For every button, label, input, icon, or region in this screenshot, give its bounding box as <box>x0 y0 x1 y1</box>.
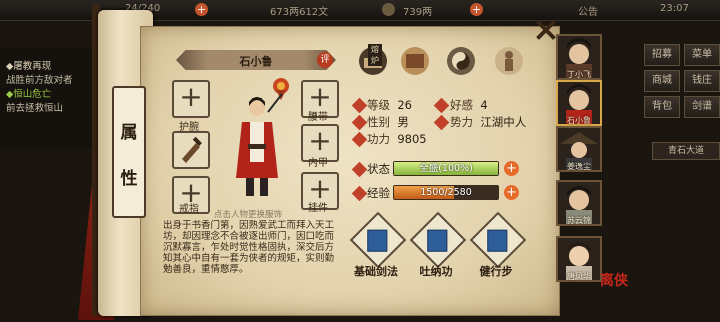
character-name: 石小鲁 <box>239 55 273 68</box>
close-icon[interactable] <box>534 18 558 42</box>
favor-value: 4 <box>480 98 488 112</box>
slot-label: 内甲 <box>308 158 328 169</box>
favor-stat: 好感 4 <box>450 97 488 113</box>
ingot-value: 739两 <box>403 7 433 18</box>
party-member[interactable]: 丁小飞 <box>556 34 602 80</box>
faction-stat: 势力 江湖中人 <box>450 114 526 130</box>
party-name: 苏云锦 <box>567 216 591 225</box>
quest-desc: 前去拯救恒山 <box>6 103 64 114</box>
ingot-icon <box>382 3 395 16</box>
restore-status-button[interactable]: + <box>504 161 519 176</box>
plus-icon: + <box>308 124 332 157</box>
evaluate-button[interactable]: 评 <box>317 52 333 68</box>
quest-desc: 战胜前方敌对者 <box>6 75 73 86</box>
book-icon <box>367 229 388 252</box>
slot-label: 腰带 <box>308 112 328 123</box>
favor-label: 好感 <box>450 98 473 112</box>
equip-slot-weapon[interactable] <box>172 131 210 169</box>
furnace-badge: 熔炉 <box>368 44 382 66</box>
gender-stat: 性别 男 <box>367 114 409 130</box>
power-stat: 功力 9805 <box>367 131 427 147</box>
party-name: 丁小飞 <box>567 70 591 79</box>
party-name: 姜逸尘 <box>567 162 591 171</box>
menu-button[interactable]: 菜单 <box>684 44 720 66</box>
name-plate: 石小鲁 <box>176 50 336 70</box>
add-ingot-button[interactable]: + <box>470 3 483 16</box>
tab-attributes[interactable]: 属 性 <box>112 86 146 218</box>
status-bar: 全盛(100%) <box>393 161 499 176</box>
bank-button[interactable]: 钱庄 <box>684 70 720 92</box>
party-name: 唐凤华 <box>567 272 591 281</box>
skill-name: 基础剑法 <box>354 265 398 278</box>
level-value: 26 <box>397 98 412 112</box>
quest-title: ◆屠教再现 <box>6 61 52 72</box>
exp-bar: 1500/2580 <box>393 185 499 200</box>
manual-button[interactable]: 剑谱 <box>684 96 720 118</box>
status-text: 全盛(100%) <box>419 163 473 174</box>
map-icon[interactable] <box>398 44 432 78</box>
tab-char: 属 <box>120 123 138 143</box>
power-label: 功力 <box>367 132 390 146</box>
taiji-icon[interactable] <box>444 44 478 78</box>
equip-slot-bracer[interactable]: + <box>172 80 210 118</box>
sword-icon <box>182 136 202 163</box>
add-energy-button[interactable]: + <box>195 3 208 16</box>
faction-label: 势力 <box>450 115 473 129</box>
bag-button[interactable]: 背包 <box>644 96 680 118</box>
status-label: 状态 <box>367 162 390 176</box>
skill-name: 吐纳功 <box>419 265 453 278</box>
tab-char: 性 <box>120 169 138 189</box>
slot-label: 戒指 <box>179 204 199 215</box>
book-icon <box>487 229 508 252</box>
clock: 23:07 <box>660 3 689 14</box>
slot-label: 挂件 <box>308 203 328 214</box>
announce-button[interactable]: 公告 <box>578 3 598 18</box>
party-member[interactable]: 苏云锦 <box>556 180 602 226</box>
money-value: 673两612文 <box>270 7 329 18</box>
faction-value: 江湖中人 <box>480 115 527 129</box>
skill-name: 健行步 <box>479 265 513 278</box>
game-seal: 离侠 <box>600 273 628 289</box>
book-icon <box>427 229 448 252</box>
gender-label: 性别 <box>367 115 390 129</box>
level-label: 等级 <box>367 98 390 112</box>
party-member-selected[interactable]: 石小鲁 <box>556 80 602 126</box>
party-name: 石小鲁 <box>567 116 591 125</box>
gender-value: 男 <box>397 115 409 129</box>
change-outfit-hint: 点击人物更换服饰 <box>214 210 283 220</box>
exp-label: 经验 <box>367 186 390 200</box>
location-label[interactable]: 青石大道 <box>652 142 720 160</box>
recruit-button[interactable]: 招募 <box>644 44 680 66</box>
level-stat: 等级 26 <box>367 97 412 113</box>
quest-title: ◆恒山危亡 <box>6 89 52 100</box>
character-bio: 出身于书香门第，因熟爱武工而拜入天工坊，却因理念不合被逐出师门，因口吃而沉默寡言… <box>163 220 335 275</box>
exp-text: 1500/2580 <box>420 187 472 198</box>
party-member[interactable]: 唐凤华 <box>556 236 602 282</box>
plus-icon: + <box>179 80 203 113</box>
party-member[interactable]: 姜逸尘 <box>556 126 602 172</box>
add-exp-button[interactable]: + <box>504 185 519 200</box>
shop-button[interactable]: 商城 <box>644 70 680 92</box>
hero-portrait[interactable] <box>228 92 286 202</box>
power-value: 9805 <box>397 132 427 146</box>
meridian-icon[interactable] <box>492 44 526 78</box>
